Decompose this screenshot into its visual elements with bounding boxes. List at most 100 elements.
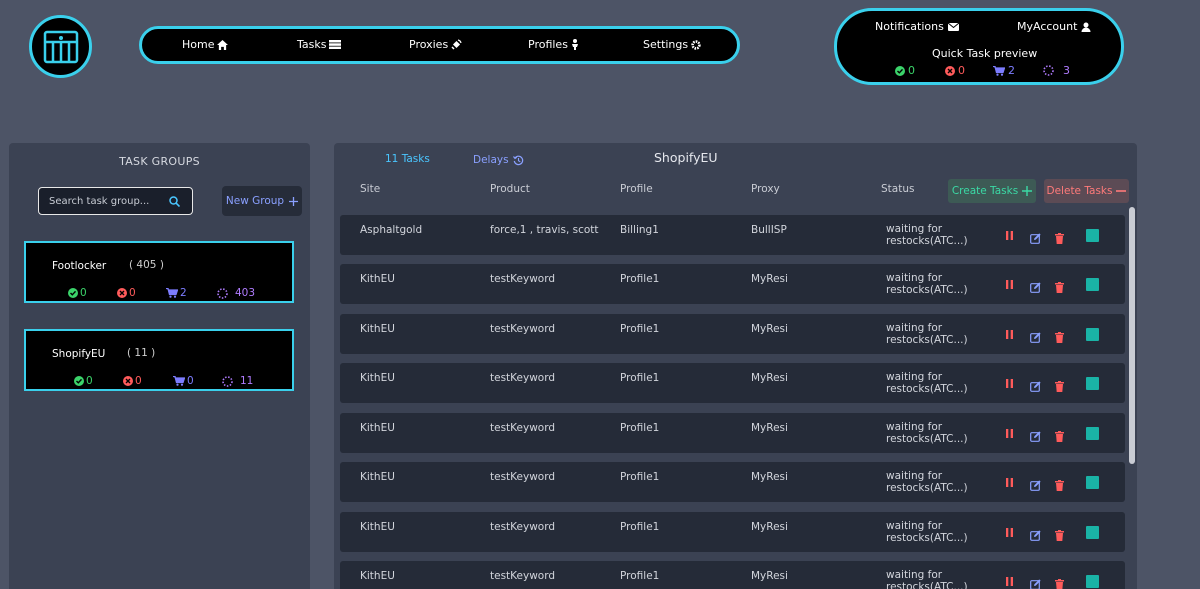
- stop-square-icon: [1086, 427, 1099, 440]
- edit-button[interactable]: [1030, 229, 1041, 248]
- task-profile: Billing1: [620, 224, 659, 236]
- pause-button[interactable]: [1006, 324, 1013, 343]
- delete-button[interactable]: [1055, 427, 1064, 446]
- spinner-icon: [222, 375, 233, 387]
- check-circle-icon: [74, 376, 84, 386]
- pause-icon: [1006, 478, 1013, 487]
- group-card-footlocker[interactable]: Footlocker ( 405 ) 0 0 2 403: [24, 241, 294, 303]
- start-button[interactable]: [1086, 328, 1099, 341]
- edit-button[interactable]: [1030, 328, 1041, 347]
- column-header-site: Site: [360, 183, 381, 195]
- person-icon: [571, 39, 578, 50]
- edit-button[interactable]: [1030, 278, 1041, 297]
- delete-button[interactable]: [1055, 526, 1064, 545]
- pause-icon: [1006, 231, 1013, 240]
- pause-button[interactable]: [1006, 522, 1013, 541]
- start-button[interactable]: [1086, 229, 1099, 242]
- start-button[interactable]: [1086, 526, 1099, 539]
- tasks-panel: 11 Tasks Delays ShopifyEU Site Product P…: [334, 143, 1137, 589]
- pause-button[interactable]: [1006, 225, 1013, 244]
- task-row[interactable]: KithEU testKeyword Profile1 MyResi waiting f…: [340, 264, 1125, 304]
- task-row[interactable]: KithEU testKeyword Profile1 MyResi waiting f…: [340, 363, 1125, 403]
- delete-button[interactable]: [1055, 328, 1064, 347]
- pause-button[interactable]: [1006, 571, 1013, 589]
- nav-home[interactable]: Home: [182, 38, 229, 51]
- stop-square-icon: [1086, 229, 1099, 242]
- task-product: testKeyword: [490, 372, 556, 384]
- tab-delays[interactable]: Delays: [473, 154, 524, 166]
- pause-button[interactable]: [1006, 423, 1013, 442]
- group-failed-count: 0: [129, 287, 136, 299]
- task-list-scrollbar[interactable]: [1129, 207, 1135, 464]
- task-product: testKeyword: [490, 521, 556, 533]
- search-icon[interactable]: [169, 195, 180, 207]
- trash-icon: [1055, 233, 1064, 244]
- delete-button[interactable]: [1055, 278, 1064, 297]
- task-profile: Profile1: [620, 570, 660, 582]
- edit-button[interactable]: [1030, 427, 1041, 446]
- new-group-button[interactable]: New Group: [222, 186, 302, 216]
- task-status: waiting for restocks(ATC...): [886, 371, 968, 395]
- pause-button[interactable]: [1006, 274, 1013, 293]
- group-cart-stat: 2: [166, 287, 187, 299]
- start-button[interactable]: [1086, 575, 1099, 588]
- check-circle-icon: [895, 65, 905, 76]
- edit-button[interactable]: [1030, 575, 1041, 589]
- delete-button[interactable]: [1055, 229, 1064, 248]
- myaccount-button[interactable]: MyAccount: [1017, 20, 1091, 33]
- nav-settings[interactable]: Settings: [643, 38, 701, 51]
- start-button[interactable]: [1086, 476, 1099, 489]
- task-row[interactable]: KithEU testKeyword Profile1 MyResi waiting f…: [340, 462, 1125, 502]
- start-button[interactable]: [1086, 278, 1099, 291]
- task-row[interactable]: Asphaltgold force,1 , travis, scott Billin…: [340, 215, 1125, 255]
- plus-icon: [289, 196, 299, 206]
- task-site: KithEU: [360, 422, 395, 434]
- task-site: Asphaltgold: [360, 224, 423, 236]
- task-status: waiting for restocks(ATC...): [886, 272, 968, 296]
- delete-button[interactable]: [1055, 476, 1064, 495]
- create-tasks-label: Create Tasks: [951, 185, 1019, 197]
- task-proxy: BullISP: [751, 224, 787, 236]
- pause-button[interactable]: [1006, 373, 1013, 392]
- edit-button[interactable]: [1030, 377, 1041, 396]
- search-input[interactable]: [49, 195, 169, 207]
- user-icon: [1081, 22, 1091, 32]
- task-row[interactable]: KithEU testKeyword Profile1 MyResi waiting f…: [340, 561, 1125, 589]
- nav-profiles[interactable]: Profiles: [528, 38, 579, 51]
- group-waiting-count: 11: [240, 375, 254, 387]
- spinner-icon: [1043, 65, 1054, 76]
- start-button[interactable]: [1086, 427, 1099, 440]
- pause-button[interactable]: [1006, 472, 1013, 491]
- task-proxy: MyResi: [751, 521, 788, 533]
- nav-tasks[interactable]: Tasks: [297, 38, 342, 51]
- notifications-button[interactable]: Notifications: [875, 20, 959, 33]
- stop-square-icon: [1086, 328, 1099, 341]
- edit-button[interactable]: [1030, 476, 1041, 495]
- delete-button[interactable]: [1055, 377, 1064, 396]
- start-button[interactable]: [1086, 377, 1099, 390]
- task-product: testKeyword: [490, 273, 556, 285]
- group-card-shopifyeu[interactable]: ShopifyEU ( 11 ) 0 0 0 11: [24, 329, 294, 391]
- group-failed-stat: 0: [123, 375, 142, 387]
- delete-tasks-button[interactable]: Delete Tasks: [1044, 179, 1129, 203]
- task-status: waiting for restocks(ATC...): [886, 322, 968, 346]
- group-waiting-stat: 403: [217, 287, 255, 299]
- create-tasks-button[interactable]: Create Tasks: [948, 179, 1036, 203]
- task-product: testKeyword: [490, 570, 556, 582]
- preview-cart-count: 2: [1008, 64, 1015, 77]
- nav-proxies[interactable]: Proxies: [409, 38, 462, 51]
- delete-button[interactable]: [1055, 575, 1064, 589]
- task-row[interactable]: KithEU testKeyword Profile1 MyResi waiting f…: [340, 413, 1125, 453]
- plus-icon: [1022, 186, 1033, 196]
- task-site: KithEU: [360, 273, 395, 285]
- task-status: waiting for restocks(ATC...): [886, 223, 968, 247]
- trash-icon: [1055, 282, 1064, 293]
- edit-icon: [1030, 233, 1041, 244]
- edit-button[interactable]: [1030, 526, 1041, 545]
- task-row[interactable]: KithEU testKeyword Profile1 MyResi waiting f…: [340, 314, 1125, 354]
- group-cart-count: 2: [180, 287, 187, 299]
- task-profile: Profile1: [620, 471, 660, 483]
- task-row[interactable]: KithEU testKeyword Profile1 MyResi waiting f…: [340, 512, 1125, 552]
- preview-failed-count: 0: [958, 64, 965, 77]
- tab-tasks[interactable]: 11 Tasks: [385, 153, 430, 165]
